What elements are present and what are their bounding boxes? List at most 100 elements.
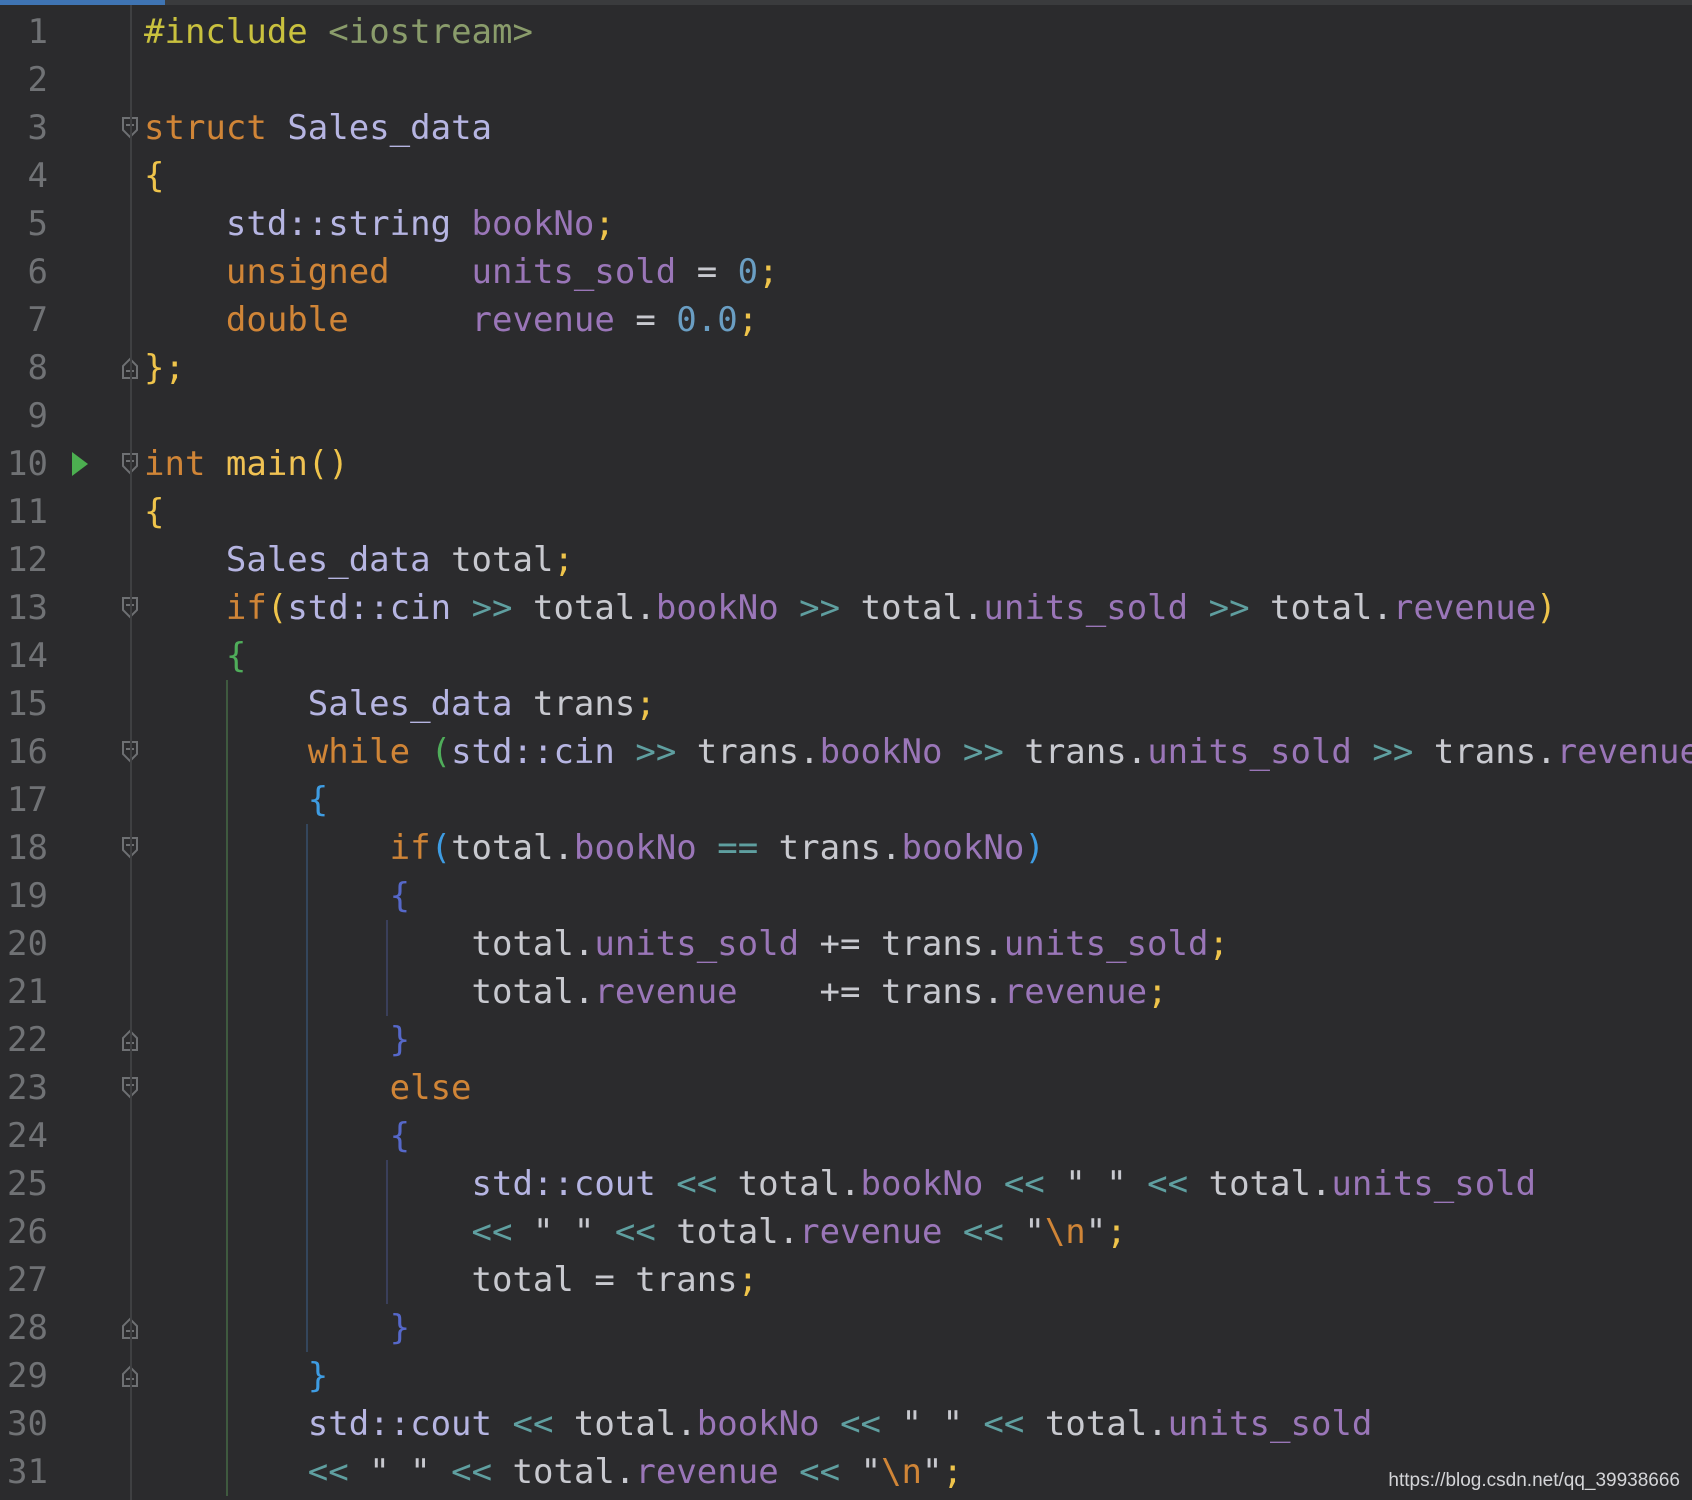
code-token-field: bookNo bbox=[696, 1404, 820, 1444]
code-line[interactable]: Sales_data trans; bbox=[144, 680, 656, 728]
code-line[interactable]: std::cout << total.bookNo << " " << tota… bbox=[144, 1400, 1373, 1448]
line-number: 9 bbox=[27, 396, 48, 436]
line-number: 5 bbox=[27, 204, 48, 244]
code-token-b1: ; bbox=[1106, 1212, 1127, 1252]
code-token-ident: total. bbox=[512, 1452, 636, 1492]
code-token-field: revenue bbox=[594, 972, 738, 1012]
code-line[interactable]: }; bbox=[144, 344, 185, 392]
line-number: 20 bbox=[7, 924, 48, 964]
line-number: 31 bbox=[7, 1452, 48, 1492]
line-number: 12 bbox=[7, 540, 48, 580]
code-line[interactable]: { bbox=[144, 1112, 410, 1160]
code-line[interactable]: { bbox=[144, 152, 164, 200]
code-line[interactable]: { bbox=[144, 488, 164, 536]
line-number-gutter[interactable]: 1 2 3 4 5 6 7 8 9 10 11 12 13 14 15 16 17 18 19 20 21 22 23 24 2… bbox=[0, 0, 138, 1500]
code-token-b1: { bbox=[144, 492, 165, 532]
code-token-ident: trans. bbox=[1433, 732, 1557, 772]
code-line[interactable]: << " " << total.revenue << "\n"; bbox=[144, 1208, 1127, 1256]
code-token-b3: ( bbox=[430, 828, 452, 868]
code-token-type: Sales_data bbox=[225, 540, 431, 580]
code-token-keyword: double bbox=[225, 300, 349, 340]
code-token-b2: { bbox=[225, 636, 247, 676]
line-number: 22 bbox=[7, 1020, 48, 1060]
code-token-keyword: int bbox=[144, 444, 206, 484]
code-token-field: revenue bbox=[1556, 732, 1692, 772]
code-line[interactable]: } bbox=[144, 1352, 328, 1400]
code-line[interactable]: while (std::cin >> trans.bookNo >> trans… bbox=[144, 728, 1692, 776]
code-token-operator: << bbox=[840, 1404, 882, 1444]
code-token-operator: >> bbox=[1372, 732, 1414, 772]
code-line[interactable]: total.units_sold += trans.units_sold; bbox=[144, 920, 1229, 968]
code-line[interactable]: else bbox=[144, 1064, 472, 1112]
line-number: 16 bbox=[7, 732, 48, 772]
code-line[interactable]: unsigned units_sold = 0; bbox=[144, 248, 779, 296]
code-line[interactable]: int main() bbox=[144, 440, 349, 488]
code-token-b1: ; bbox=[758, 252, 779, 292]
code-line[interactable]: #include <iostream> bbox=[144, 8, 533, 56]
code-line[interactable]: std::string bookNo; bbox=[144, 200, 615, 248]
code-token-ident: trans. bbox=[1024, 732, 1148, 772]
code-token-field: units_sold bbox=[1147, 732, 1352, 772]
line-number: 13 bbox=[7, 588, 48, 628]
code-line[interactable]: std::cout << total.bookNo << " " << tota… bbox=[144, 1160, 1537, 1208]
line-number: 1 bbox=[27, 12, 48, 52]
run-gutter-icon[interactable] bbox=[70, 450, 90, 478]
code-token-type: std::cout bbox=[307, 1404, 492, 1444]
code-line[interactable]: struct Sales_data bbox=[144, 104, 492, 152]
code-token-ident: total. bbox=[533, 588, 656, 628]
code-line[interactable]: << " " << total.revenue << "\n"; bbox=[144, 1448, 963, 1496]
code-line[interactable]: double revenue = 0.0; bbox=[144, 296, 758, 344]
code-line[interactable]: } bbox=[144, 1016, 410, 1064]
code-line[interactable]: Sales_data total; bbox=[144, 536, 574, 584]
line-number: 7 bbox=[27, 300, 48, 340]
code-line[interactable]: if(std::cin >> total.bookNo >> total.uni… bbox=[144, 584, 1557, 632]
code-token-operator: >> bbox=[1208, 588, 1250, 628]
code-line[interactable]: total = trans; bbox=[144, 1256, 759, 1304]
code-line[interactable]: { bbox=[144, 776, 328, 824]
code-token-type: std::cin bbox=[287, 588, 452, 628]
code-token-b1: ; bbox=[1208, 924, 1229, 964]
code-token-operator: << bbox=[512, 1404, 554, 1444]
line-number: 25 bbox=[7, 1164, 48, 1204]
code-token-number: 0.0 bbox=[676, 300, 738, 340]
code-token-field: revenue bbox=[1392, 588, 1537, 628]
code-line[interactable]: { bbox=[144, 872, 410, 920]
code-token-ident: trans. bbox=[696, 732, 820, 772]
code-token-ident: total. bbox=[676, 1212, 800, 1252]
line-number: 21 bbox=[7, 972, 48, 1012]
code-token-ident: = bbox=[614, 300, 677, 340]
code-line[interactable]: } bbox=[144, 1304, 410, 1352]
code-line[interactable]: if(total.bookNo == trans.bookNo) bbox=[144, 824, 1045, 872]
code-token-ident: total. bbox=[1208, 1164, 1332, 1204]
code-token-keyword: else bbox=[389, 1068, 472, 1108]
code-token-ident: += bbox=[737, 972, 881, 1012]
code-token-b3: ) bbox=[1024, 828, 1045, 868]
code-token-ident: total. bbox=[471, 972, 595, 1012]
code-token-field: bookNo bbox=[573, 828, 697, 868]
line-number: 23 bbox=[7, 1068, 48, 1108]
line-number: 6 bbox=[27, 252, 48, 292]
watermark: https://blog.csdn.net/qq_39938666 bbox=[1388, 1470, 1680, 1491]
code-line[interactable]: { bbox=[144, 632, 246, 680]
code-line[interactable]: total.revenue += trans.revenue; bbox=[144, 968, 1168, 1016]
